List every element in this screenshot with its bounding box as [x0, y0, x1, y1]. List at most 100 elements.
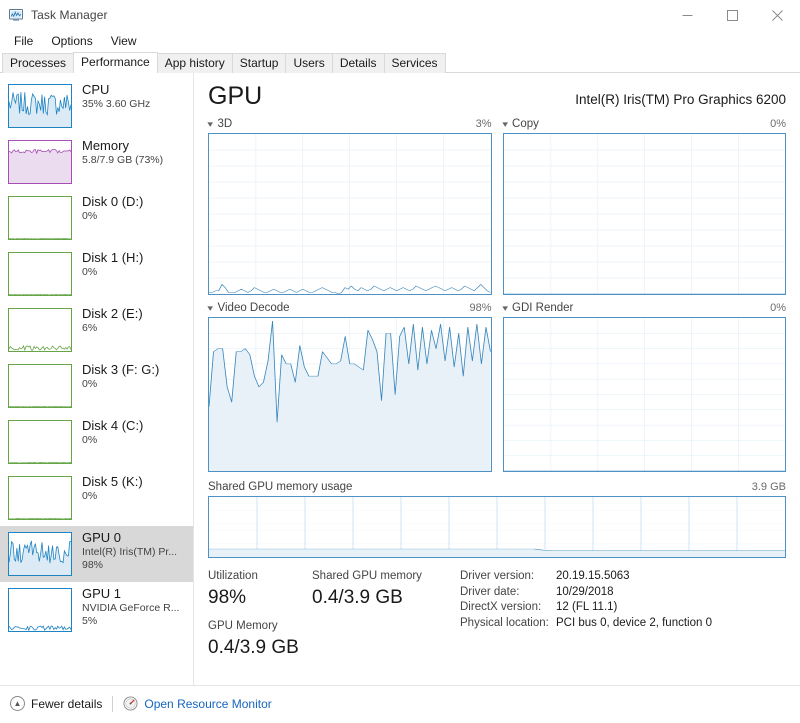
info-row-physical-location: Physical location: PCI bus 0, device 2, … — [460, 616, 712, 632]
fewer-details-button[interactable]: ▲ Fewer details — [10, 696, 102, 711]
sidebar-item-disk-2-e[interactable]: Disk 2 (E:) 6% — [0, 302, 193, 358]
gpu-memory-label: GPU Memory — [208, 620, 278, 632]
directx-version-value: 12 (FL 11.1) — [556, 601, 618, 613]
tab-performance[interactable]: Performance — [73, 52, 158, 73]
engine-caption-3d: ▾ 3D 3% — [207, 117, 492, 133]
open-resource-monitor-button[interactable]: Open Resource Monitor — [123, 696, 272, 711]
engine-cell-video-decode: ▾ Video Decode 98% — [207, 301, 492, 472]
resource-list[interactable]: CPU 35% 3.60 GHz Memory 5.8/7.9 GB (73%) Dis… — [0, 73, 194, 685]
resource-text: CPU 35% 3.60 GHz — [82, 82, 150, 111]
chevron-down-icon[interactable]: ▾ — [502, 119, 508, 129]
gpu-memory-value: 0.4/3.9 GB — [208, 637, 299, 658]
sidebar-item-disk-3-f-g[interactable]: Disk 3 (F: G:) 0% — [0, 358, 193, 414]
maximize-button[interactable] — [710, 0, 755, 30]
resource-text: Disk 1 (H:) 0% — [82, 250, 143, 279]
chevron-down-icon[interactable]: ▾ — [207, 119, 213, 129]
engine-cell-copy: ▾ Copy 0% — [502, 117, 786, 295]
chevron-down-icon[interactable]: ▾ — [207, 303, 213, 313]
stat-utilization: Utilization 98% GPU Memory 0.4/3.9 GB — [208, 568, 312, 661]
graph-shared-memory — [208, 496, 786, 558]
engine-row-top: ▾ 3D 3% ▾ Copy 0% — [207, 117, 786, 295]
fewer-details-label: Fewer details — [31, 696, 103, 711]
engine-percent-3d: 3% — [475, 118, 492, 130]
engine-caption-gdi-render: ▾ GDI Render 0% — [502, 301, 786, 317]
info-row-directx-version: DirectX version: 12 (FL 11.1) — [460, 600, 712, 616]
engine-percent-copy: 0% — [770, 118, 786, 130]
physical-location-key: Physical location: — [460, 616, 549, 629]
resource-title: Disk 0 (D:) — [82, 194, 144, 209]
resource-title: Memory — [82, 138, 129, 153]
resource-subtitle: 35% 3.60 GHz — [82, 98, 151, 110]
sidebar-item-cpu[interactable]: CPU 35% 3.60 GHz — [0, 78, 193, 134]
window-controls — [665, 0, 800, 30]
sidebar-item-disk-4-c[interactable]: Disk 4 (C:) 0% — [0, 414, 193, 470]
sidebar-item-gpu-0[interactable]: GPU 0 Intel(R) Iris(TM) Pr... 98% — [0, 526, 193, 582]
menu-view[interactable]: View — [102, 32, 146, 50]
engine-cell-3d: ▾ 3D 3% — [207, 117, 492, 295]
graph-copy — [502, 133, 786, 295]
tab-strip: Processes Performance App history Startu… — [0, 52, 800, 73]
tab-details[interactable]: Details — [331, 53, 385, 73]
resource-usage: 98% — [82, 559, 104, 571]
content-area: CPU 35% 3.60 GHz Memory 5.8/7.9 GB (73%) Dis… — [0, 73, 800, 685]
footer-divider — [112, 695, 114, 712]
title-bar: Task Manager — [0, 0, 800, 30]
tab-app-history[interactable]: App history — [156, 53, 233, 73]
resource-thumbnail-graph — [8, 84, 72, 128]
tab-processes[interactable]: Processes — [2, 53, 75, 73]
info-row-driver-version: Driver version: 20.19.15.5063 — [460, 569, 712, 585]
physical-location-value: PCI bus 0, device 2, function 0 — [556, 616, 712, 629]
sidebar-item-memory[interactable]: Memory 5.8/7.9 GB (73%) — [0, 134, 193, 190]
open-resource-monitor-label: Open Resource Monitor — [144, 696, 272, 711]
menu-options[interactable]: Options — [42, 32, 101, 50]
engine-name-copy: Copy — [512, 118, 539, 130]
tab-services[interactable]: Services — [383, 53, 446, 73]
resource-subtitle: 6% — [82, 322, 98, 334]
driver-info-block: Driver version: 20.19.15.5063 Driver dat… — [460, 568, 712, 661]
shared-memory-caption: Shared GPU memory usage 3.9 GB — [208, 480, 786, 496]
menu-file[interactable]: File — [5, 32, 42, 50]
sidebar-item-disk-0-d[interactable]: Disk 0 (D:) 0% — [0, 190, 193, 246]
window-title: Task Manager — [31, 8, 108, 22]
status-bar: ▲ Fewer details Open Resource Monitor — [0, 685, 800, 721]
resource-title: GPU 1 — [82, 586, 122, 601]
resource-thumbnail-graph — [8, 364, 72, 408]
resource-title: Disk 1 (H:) — [82, 250, 144, 265]
sidebar-item-disk-5-k[interactable]: Disk 5 (K:) 0% — [0, 470, 193, 526]
tab-users[interactable]: Users — [285, 53, 333, 73]
resource-monitor-icon — [123, 696, 138, 711]
resource-thumbnail-graph — [8, 252, 72, 296]
resource-thumbnail-graph — [8, 140, 72, 184]
engine-caption-copy: ▾ Copy 0% — [502, 117, 786, 133]
resource-thumbnail-graph — [8, 532, 72, 576]
close-button[interactable] — [755, 0, 800, 30]
panel-header: GPU Intel(R) Iris(TM) Pro Graphics 6200 — [208, 73, 786, 111]
gpu-model-label: Intel(R) Iris(TM) Pro Graphics 6200 — [575, 92, 786, 107]
shared-gpu-memory-label: Shared GPU memory — [312, 570, 422, 582]
shared-memory-max: 3.9 GB — [751, 481, 786, 493]
sidebar-item-gpu-1[interactable]: GPU 1 NVIDIA GeForce R... 5% — [0, 582, 193, 638]
resource-subtitle: 0% — [82, 266, 98, 278]
driver-date-key: Driver date: — [460, 585, 520, 598]
resource-title: Disk 4 (C:) — [82, 418, 144, 433]
chevron-up-icon: ▲ — [10, 696, 25, 711]
resource-subtitle: 5.8/7.9 GB (73%) — [82, 154, 164, 166]
driver-date-value: 10/29/2018 — [556, 585, 614, 598]
resource-title: CPU — [82, 82, 110, 97]
resource-title: GPU 0 — [82, 530, 122, 545]
engine-name-video-decode: Video Decode — [217, 302, 290, 314]
resource-text: Disk 2 (E:) 6% — [82, 306, 143, 335]
resource-subtitle: 0% — [82, 490, 98, 502]
resource-title: Disk 3 (F: G:) — [82, 362, 160, 377]
engine-name-gdi-render: GDI Render — [512, 302, 574, 314]
resource-text: GPU 0 Intel(R) Iris(TM) Pr... 98% — [82, 530, 177, 572]
chevron-down-icon[interactable]: ▾ — [502, 303, 508, 313]
minimize-button[interactable] — [665, 0, 710, 30]
shared-gpu-memory-value: 0.4/3.9 GB — [312, 587, 403, 608]
tab-startup[interactable]: Startup — [231, 53, 287, 73]
resource-title: Disk 2 (E:) — [82, 306, 143, 321]
driver-version-value: 20.19.15.5063 — [556, 570, 630, 582]
sidebar-item-disk-1-h[interactable]: Disk 1 (H:) 0% — [0, 246, 193, 302]
utilization-value: 98% — [208, 587, 247, 608]
resource-text: Disk 4 (C:) 0% — [82, 418, 143, 447]
